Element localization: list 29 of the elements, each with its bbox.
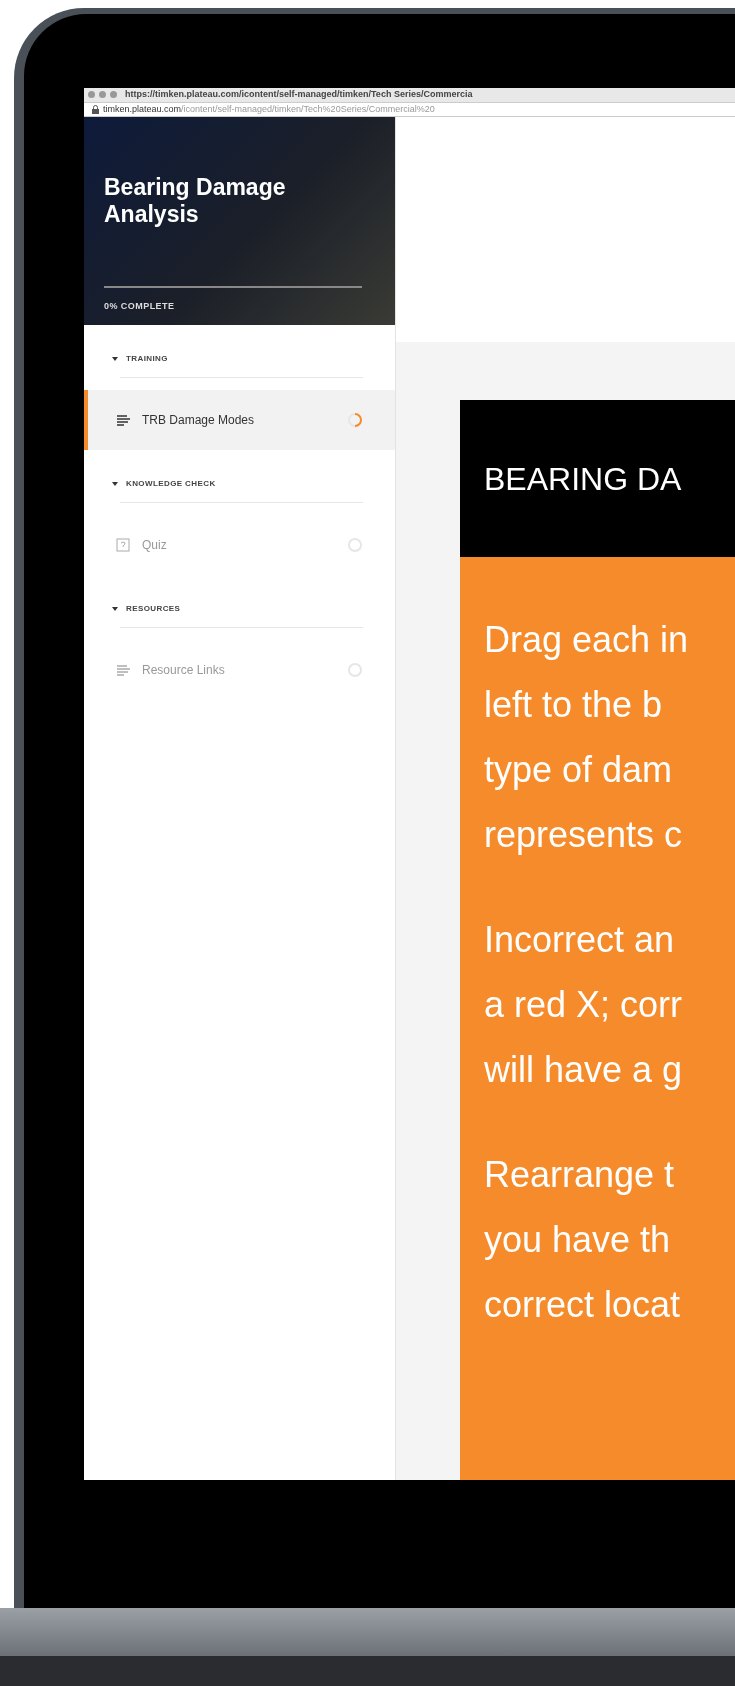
caret-down-icon[interactable] xyxy=(112,481,118,487)
caret-down-icon[interactable] xyxy=(112,606,118,612)
lesson-item[interactable]: TRB Damage Modes xyxy=(84,390,395,450)
lesson-label: Resource Links xyxy=(142,662,226,679)
instruction-line: Drag each in xyxy=(484,618,690,662)
instruction-line: Incorrect an xyxy=(484,918,676,962)
instruction-line: type of dam xyxy=(484,748,674,792)
progress-label: 0% COMPLETE xyxy=(104,299,176,313)
instruction-line: represents c xyxy=(484,813,684,857)
lesson-heading: BEARING DA xyxy=(484,459,682,499)
lock-icon xyxy=(92,104,99,114)
section-heading[interactable]: TRAINING xyxy=(126,353,168,365)
lesson-label: TRB Damage Modes xyxy=(142,412,256,429)
instruction-line: correct locat xyxy=(484,1283,682,1327)
section-heading[interactable]: RESOURCES xyxy=(126,603,181,615)
instruction-line: Rearrange t xyxy=(484,1153,676,1197)
section-heading[interactable]: KNOWLEDGE CHECK xyxy=(126,478,216,490)
instruction-line: a red X; corr xyxy=(484,983,684,1027)
question-box-icon xyxy=(116,538,130,552)
caret-down-icon[interactable] xyxy=(112,356,118,362)
lines-icon xyxy=(116,664,130,676)
lines-icon xyxy=(116,414,130,426)
page-url: https://timken.plateau.com/icontent/self-managed/timken/Tech Series/Commercia xyxy=(125,88,473,101)
course-title: Bearing Damage Analysis xyxy=(104,173,287,228)
instruction-line: you have th xyxy=(484,1218,672,1262)
instruction-line: will have a g xyxy=(484,1048,684,1092)
address-text: timken.plateau.com/icontent/self-managed/timken/Tech%20Series/Commercial%20 xyxy=(103,102,435,116)
instruction-line: left to the b xyxy=(484,683,664,727)
lesson-label: Quiz xyxy=(142,537,168,554)
